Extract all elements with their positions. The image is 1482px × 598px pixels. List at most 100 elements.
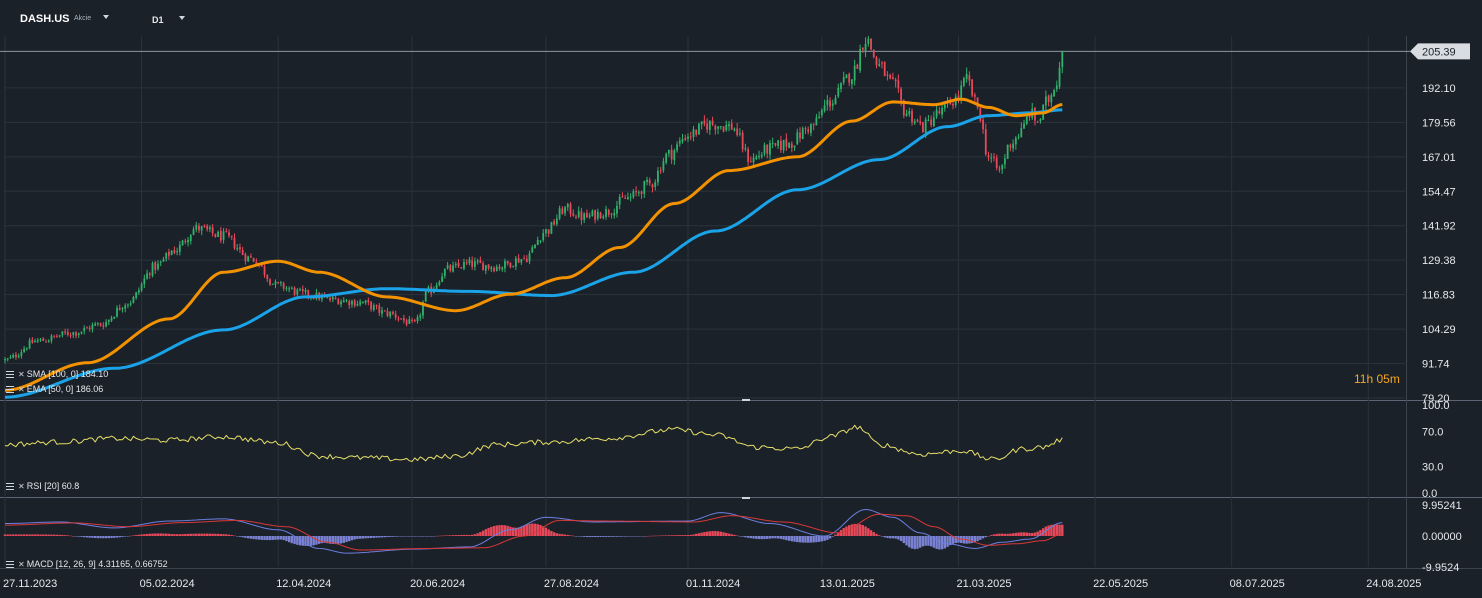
- macd-histogram-bar: [170, 534, 173, 536]
- candle-body: [648, 179, 651, 184]
- candle-body: [782, 139, 785, 151]
- chart-canvas[interactable]: 192.10 179.56 167.01 154.47 141.92 129.38 116.…: [0, 0, 1482, 598]
- candle-body: [730, 123, 733, 130]
- macd-histogram-bar: [716, 531, 720, 536]
- candle-body: [408, 319, 411, 324]
- macd-histogram-bar: [410, 536, 414, 537]
- candle-body: [558, 208, 561, 219]
- settings-lines-icon[interactable]: [6, 385, 15, 393]
- rsi-legend[interactable]: ✕ RSI [20] 60.8: [6, 481, 79, 491]
- macd-histogram-bar: [378, 536, 381, 538]
- macd-histogram-bar: [585, 536, 589, 537]
- macd-histogram-bar: [1031, 533, 1034, 536]
- close-icon[interactable]: ✕: [18, 385, 25, 394]
- macd-histogram-bar: [227, 534, 231, 537]
- candle-body: [870, 38, 872, 50]
- candle-body: [911, 110, 913, 123]
- macd-histogram-bar: [156, 533, 160, 537]
- macd-histogram-bar: [522, 525, 526, 537]
- candle-body: [594, 210, 597, 220]
- sma-legend[interactable]: ✕ SMA [100, 0] 184.10: [6, 369, 108, 379]
- candle-body: [700, 121, 703, 125]
- close-icon[interactable]: ✕: [18, 560, 25, 569]
- macd-histogram-bar: [342, 536, 345, 543]
- candle-body: [569, 203, 572, 214]
- macd-histogram-bar: [104, 536, 108, 539]
- candle-body: [1061, 51, 1064, 68]
- macd-histogram-bar: [113, 536, 116, 538]
- date-tick-label: 08.07.2025: [1230, 578, 1285, 590]
- macd-histogram-bar: [921, 536, 925, 547]
- macd-histogram-bar: [83, 536, 86, 538]
- candle-body: [629, 196, 632, 198]
- symbol-label[interactable]: DASH.US: [20, 13, 70, 25]
- macd-histogram-bar: [490, 526, 493, 537]
- candle-body: [506, 261, 509, 264]
- macd-histogram-bar: [438, 535, 441, 537]
- macd-histogram-bar: [432, 536, 436, 537]
- candle-body: [361, 302, 364, 304]
- trading-chart[interactable]: 192.10 179.56 167.01 154.47 141.92 129.38 116.…: [0, 0, 1482, 598]
- candle-body: [900, 88, 902, 101]
- date-tick-label: 05.02.2024: [140, 578, 195, 590]
- settings-lines-icon[interactable]: [6, 370, 15, 378]
- candle-body: [643, 180, 646, 194]
- close-icon[interactable]: ✕: [18, 482, 25, 491]
- candle-body: [539, 240, 542, 242]
- ema-legend[interactable]: ✕ EMA [50, 0] 186.06: [6, 384, 103, 394]
- close-icon[interactable]: ✕: [18, 370, 25, 379]
- candle-body: [542, 232, 545, 240]
- candle-body: [490, 267, 493, 270]
- candle-body: [998, 168, 1001, 170]
- macd-histogram-bar: [894, 536, 897, 539]
- candle-body: [564, 207, 566, 214]
- pane-resize-handle[interactable]: [742, 399, 750, 401]
- macd-tick-label: 0.00000: [1422, 531, 1462, 543]
- macd-histogram-bar: [151, 533, 154, 536]
- candle-body: [137, 290, 140, 293]
- candle-body: [1050, 95, 1053, 103]
- candle-body: [400, 318, 403, 320]
- pane-resize-handle[interactable]: [742, 497, 750, 499]
- settings-lines-icon[interactable]: [6, 482, 15, 490]
- macd-histogram-bar: [244, 536, 247, 538]
- candle-body: [667, 149, 670, 154]
- candle-body: [698, 123, 700, 135]
- macd-legend[interactable]: ✕ MACD [12, 26, 9] 4.31165, 0.66752: [6, 559, 168, 569]
- candle-body: [807, 129, 810, 132]
- candle-body: [632, 191, 635, 198]
- candle-body: [744, 148, 747, 150]
- macd-histogram-bar: [33, 534, 37, 536]
- macd-histogram-bar: [6, 534, 9, 537]
- macd-histogram-bar: [205, 533, 209, 536]
- candle-body: [894, 79, 897, 82]
- timeframe-label[interactable]: D1: [152, 15, 164, 25]
- price-tick-label: 91.74: [1422, 359, 1450, 371]
- candle-body: [206, 225, 209, 230]
- candle-body: [810, 124, 812, 133]
- macd-histogram-bar: [1003, 533, 1007, 536]
- candle-body: [329, 297, 332, 301]
- macd-histogram-bar: [9, 534, 12, 536]
- macd-histogram-bar: [31, 534, 34, 536]
- macd-histogram-bar: [356, 536, 359, 539]
- macd-histogram-bar: [44, 534, 48, 537]
- macd-histogram-bar: [801, 536, 804, 543]
- macd-histogram-bar: [593, 536, 597, 538]
- settings-lines-icon[interactable]: [6, 560, 15, 568]
- macd-histogram-bar: [796, 536, 799, 543]
- candle-body: [116, 307, 118, 317]
- macd-histogram-bar: [572, 535, 575, 537]
- candle-body: [288, 288, 291, 290]
- macd-histogram-bar: [52, 534, 56, 536]
- candle-body: [334, 297, 337, 300]
- macd-histogram-bar: [214, 533, 217, 536]
- symbol-dropdown-icon[interactable]: [103, 15, 109, 19]
- timeframe-dropdown-icon[interactable]: [179, 16, 185, 20]
- macd-histogram-bar: [875, 533, 878, 536]
- macd-histogram-bar: [446, 535, 449, 536]
- macd-histogram-bar: [815, 536, 818, 543]
- candle-body: [129, 303, 132, 305]
- candle-body: [304, 290, 307, 292]
- macd-histogram-bar: [746, 536, 750, 538]
